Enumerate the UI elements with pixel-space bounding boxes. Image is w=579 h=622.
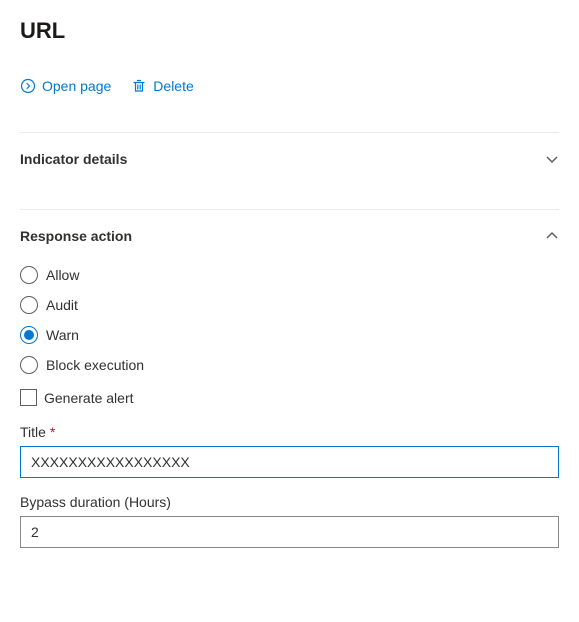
open-page-label: Open page [42,78,111,94]
indicator-details-title: Indicator details [20,151,127,167]
checkbox-label: Generate alert [44,390,134,406]
title-input[interactable] [20,446,559,478]
indicator-details-header[interactable]: Indicator details [20,133,559,185]
response-action-header[interactable]: Response action [20,210,559,262]
radio-indicator [20,356,38,374]
radio-indicator [20,326,38,344]
radio-indicator [20,266,38,284]
radio-audit[interactable]: Audit [20,296,559,314]
checkbox-indicator [20,389,37,406]
delete-label: Delete [153,78,193,94]
bypass-duration-input[interactable] [20,516,559,548]
required-indicator: * [50,424,55,440]
radio-label: Allow [46,267,79,283]
chevron-up-icon [545,229,559,243]
radio-allow[interactable]: Allow [20,266,559,284]
generate-alert-checkbox[interactable]: Generate alert [20,389,559,406]
action-bar: Open page Delete [20,78,559,94]
radio-label: Warn [46,327,79,343]
title-field-group: Title * [20,424,559,478]
radio-label: Audit [46,297,78,313]
response-action-body: Allow Audit Warn Block execution Generat… [20,262,559,548]
title-field-label: Title * [20,424,559,440]
open-page-button[interactable]: Open page [20,78,111,94]
bypass-field-group: Bypass duration (Hours) [20,494,559,548]
open-page-icon [20,78,36,94]
radio-indicator [20,296,38,314]
delete-icon [131,78,147,94]
page-title: URL [20,18,559,44]
radio-label: Block execution [46,357,144,373]
chevron-down-icon [545,152,559,166]
action-radio-group: Allow Audit Warn Block execution [20,266,559,374]
response-action-title: Response action [20,228,132,244]
radio-block-execution[interactable]: Block execution [20,356,559,374]
radio-warn[interactable]: Warn [20,326,559,344]
delete-button[interactable]: Delete [131,78,193,94]
bypass-field-label: Bypass duration (Hours) [20,494,559,510]
